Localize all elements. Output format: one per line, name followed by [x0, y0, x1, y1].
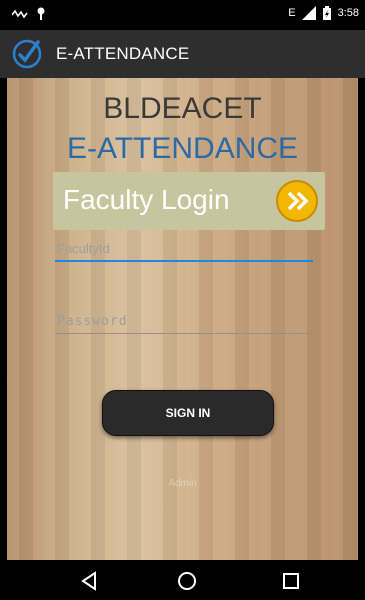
signal-icon — [301, 6, 316, 20]
app-heading: E-ATTENDANCE — [66, 132, 299, 165]
login-panel: BLDEACET E-ATTENDANCE Faculty Login SIGN… — [7, 78, 358, 560]
double-arrow-icon — [276, 180, 318, 222]
network-type: E — [288, 7, 296, 19]
app-title: E-ATTENDANCE — [56, 44, 190, 63]
status-bar: E 3:58 — [0, 0, 365, 30]
app-bar: E-ATTENDANCE — [0, 30, 365, 78]
wave-icon — [12, 9, 28, 19]
banner-label: Faculty Login — [63, 184, 230, 215]
back-icon[interactable] — [79, 570, 101, 592]
password-input[interactable] — [55, 314, 315, 333]
faculty-id-input[interactable] — [55, 241, 315, 260]
recents-icon[interactable] — [280, 570, 302, 592]
password-field[interactable] — [55, 310, 315, 334]
faculty-id-field[interactable] — [55, 238, 315, 262]
screen: E 3:58 E-ATTENDANCE BLDEACET E-ATTENDANC… — [0, 0, 365, 600]
location-pin-icon — [37, 7, 45, 20]
clock-time: 3:58 — [337, 7, 359, 19]
faculty-login-banner: Faculty Login — [53, 172, 325, 230]
home-icon[interactable] — [176, 570, 198, 592]
navigation-bar — [0, 560, 365, 600]
sign-in-button[interactable]: SIGN IN — [102, 390, 274, 436]
admin-link[interactable]: Admin — [7, 478, 358, 489]
checkmark-logo-icon — [12, 39, 42, 69]
institution-heading: BLDEACET — [103, 92, 262, 125]
battery-icon — [322, 6, 331, 20]
